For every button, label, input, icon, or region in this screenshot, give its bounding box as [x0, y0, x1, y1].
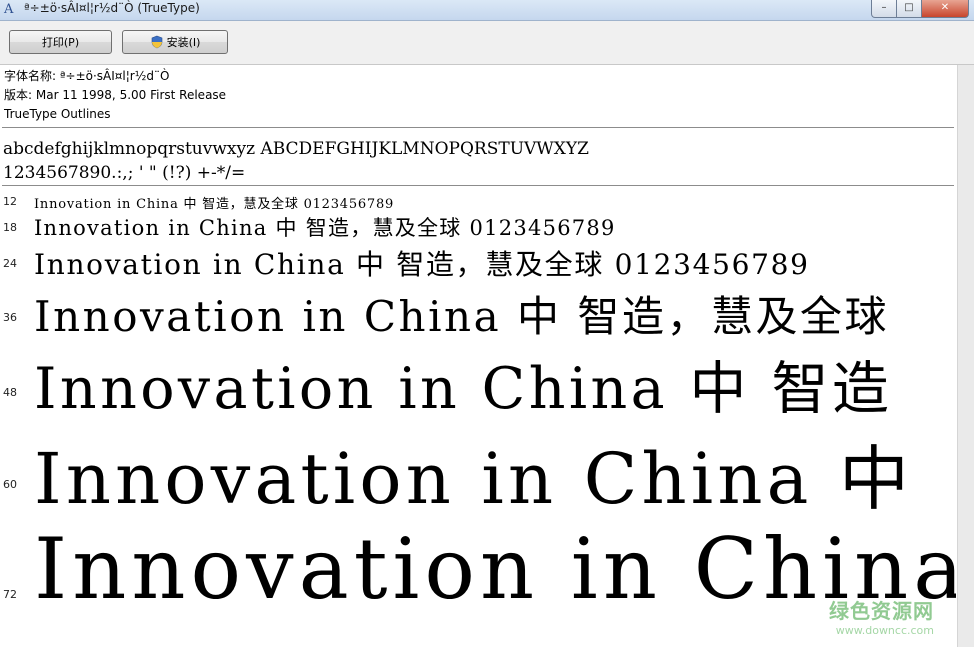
install-button-label: 安装(I) [166, 36, 201, 49]
vertical-scrollbar[interactable] [957, 65, 974, 647]
close-button[interactable]: ✕ [921, 0, 969, 18]
sample-text: Innovation in China 中 智造，慧及全球 [34, 292, 890, 341]
font-name: 字体名称: ª÷±ö·sÂI¤l¦r½d¨Ò [4, 69, 170, 83]
charset-letters: abcdefghijklmnopqrstuvwxyz ABCDEFGHIJKLM… [3, 139, 589, 159]
toolbar: 打印(P) 安装(I) [0, 21, 974, 65]
sample-text: Innovation in China 中 智造，慧及全球 0123456789 [34, 216, 616, 240]
size-label: 18 [3, 221, 17, 234]
minimize-button[interactable]: – [871, 0, 897, 18]
font-info: 字体名称: ª÷±ö·sÂI¤l¦r½d¨Ò 版本: Mar 11 1998, … [4, 67, 226, 124]
size-label: 12 [3, 195, 17, 208]
maximize-button[interactable]: □ [896, 0, 922, 18]
sample-text: Innovation in China 中 [34, 438, 914, 520]
print-button[interactable]: 打印(P) [9, 30, 112, 54]
font-viewer-icon: A [4, 2, 14, 17]
character-set: abcdefghijklmnopqrstuvwxyz ABCDEFGHIJKLM… [3, 137, 589, 185]
watermark-title: 绿色资源网 [829, 599, 934, 623]
font-preview-area: 字体名称: ª÷±ö·sÂI¤l¦r½d¨Ò 版本: Mar 11 1998, … [0, 65, 956, 647]
charset-symbols: 1234567890.:,; ' " (!?) +-*/= [3, 163, 246, 183]
watermark: 绿色资源网 www.downcc.com [829, 595, 934, 637]
install-button[interactable]: 安装(I) [122, 30, 228, 54]
title-bar: A ª÷±ö·sÂI¤l¦r½d¨Ò (TrueType) – □ ✕ [0, 0, 974, 21]
print-button-label: 打印(P) [41, 36, 80, 49]
uac-shield-icon [151, 35, 162, 49]
divider [2, 127, 954, 128]
sample-text: Innovation in China 中 智造，慧及全球 0123456789 [34, 197, 395, 212]
size-label: 24 [3, 257, 17, 270]
sample-text: Innovation in China 中 智造，慧及全球 0123456789 [34, 248, 810, 281]
size-label: 60 [3, 478, 17, 491]
size-label: 48 [3, 386, 17, 399]
sample-text: Innovation in China 中 智造 [34, 356, 893, 422]
font-type: TrueType Outlines [4, 107, 111, 121]
size-label: 72 [3, 588, 17, 601]
window-title: ª÷±ö·sÂI¤l¦r½d¨Ò (TrueType) [24, 1, 200, 15]
watermark-url: www.downcc.com [835, 624, 934, 637]
sample-text: Innovation in China [34, 520, 956, 618]
size-label: 36 [3, 311, 17, 324]
divider [2, 185, 954, 186]
font-version: 版本: Mar 11 1998, 5.00 First Release [4, 88, 227, 102]
